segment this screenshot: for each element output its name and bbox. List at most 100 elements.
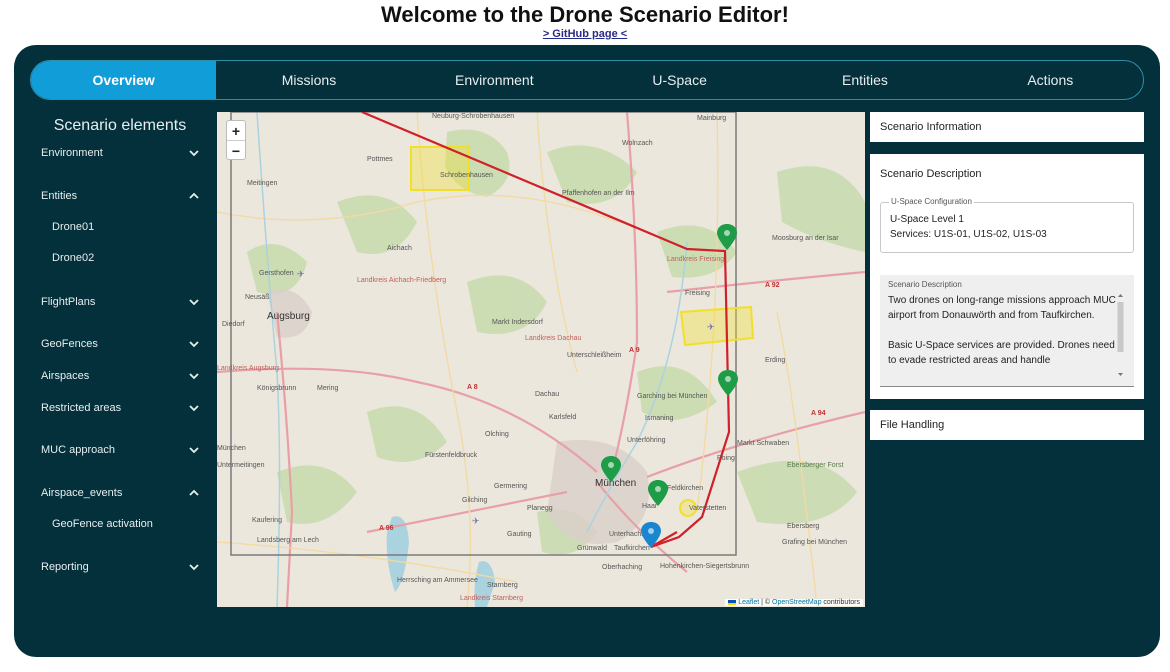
zoom-in-button[interactable]: +	[227, 121, 245, 141]
chevron-up-icon	[189, 489, 199, 496]
sidebar-subitem-geofence-activation[interactable]: GeoFence activation	[52, 518, 153, 530]
svg-text:Untermeitingen: Untermeitingen	[217, 462, 265, 469]
file-handling-title: File Handling	[880, 419, 945, 431]
main-tabs: Overview Missions Environment U-Space En…	[30, 60, 1144, 100]
sidebar-item-flightplans[interactable]: FlightPlans	[41, 292, 201, 312]
leaflet-link[interactable]: Leaflet	[738, 599, 759, 606]
scenario-description-text: Two drones on long-range missions approa…	[888, 293, 1120, 368]
tab-actions[interactable]: Actions	[958, 61, 1143, 99]
svg-text:A 94: A 94	[811, 410, 826, 417]
uspace-config-legend: U-Space Configuration	[889, 197, 974, 206]
sidebar-item-label: Entities	[41, 190, 78, 202]
attribution-suffix: contributors	[823, 599, 860, 606]
map-canvas: Neuburg-Schrobenhausen Mainburg Wolnzach…	[217, 112, 865, 607]
svg-text:Grafing bei München: Grafing bei München	[782, 539, 847, 546]
app-panel: Overview Missions Environment U-Space En…	[14, 45, 1160, 657]
svg-text:Pottmes: Pottmes	[367, 156, 393, 163]
svg-text:Königsbrunn: Königsbrunn	[257, 385, 296, 392]
svg-text:Kaufering: Kaufering	[252, 517, 282, 524]
osm-link[interactable]: OpenStreetMap	[772, 599, 821, 606]
uspace-level-text: U-Space Level 1	[890, 214, 964, 225]
svg-text:Landkreis Freising: Landkreis Freising	[667, 256, 724, 263]
textarea-scrollbar[interactable]	[1117, 293, 1124, 379]
svg-text:Planegg: Planegg	[527, 505, 553, 512]
scroll-down-icon	[1118, 373, 1123, 376]
svg-text:Ebersberger Forst: Ebersberger Forst	[787, 462, 843, 469]
chevron-down-icon	[189, 564, 199, 571]
file-handling-card[interactable]: File Handling	[870, 410, 1144, 440]
sidebar-item-restricted-areas[interactable]: Restricted areas	[41, 398, 201, 418]
sidebar-subitem-drone02[interactable]: Drone02	[52, 252, 94, 264]
sidebar-subitem-drone01[interactable]: Drone01	[52, 221, 94, 233]
svg-text:Haar: Haar	[642, 503, 658, 510]
svg-text:Taufkirchen: Taufkirchen	[614, 545, 650, 552]
sidebar-item-airspace-events[interactable]: Airspace_events	[41, 483, 201, 503]
page-title: Welcome to the Drone Scenario Editor!	[381, 2, 789, 27]
svg-text:Gauting: Gauting	[507, 531, 532, 538]
scenario-description-legend: Scenario Description	[888, 280, 962, 289]
tab-environment[interactable]: Environment	[402, 61, 587, 99]
svg-text:Aichach: Aichach	[387, 245, 412, 252]
scenario-information-card[interactable]: Scenario Information	[870, 112, 1144, 142]
tab-u-space[interactable]: U-Space	[587, 61, 772, 99]
sidebar-item-label: GeoFences	[41, 338, 98, 350]
chevron-down-icon	[189, 341, 199, 348]
svg-text:Unterföhring: Unterföhring	[627, 437, 666, 444]
svg-text:Gersthofen: Gersthofen	[259, 270, 294, 277]
geofence-muc-airport	[679, 305, 755, 347]
svg-text:Ebersberg: Ebersberg	[787, 523, 819, 530]
svg-text:Freising: Freising	[685, 290, 710, 297]
tab-entities[interactable]: Entities	[772, 61, 957, 99]
svg-text:München: München	[217, 445, 246, 452]
sidebar-item-airspaces[interactable]: Airspaces	[41, 366, 201, 386]
svg-text:Pfaffenhofen an der Ilm: Pfaffenhofen an der Ilm	[562, 190, 635, 197]
chevron-down-icon	[189, 405, 199, 412]
svg-text:Germering: Germering	[494, 483, 527, 490]
airport-icon: ✈	[707, 322, 715, 332]
svg-text:Landkreis Dachau: Landkreis Dachau	[525, 335, 582, 342]
description-paragraph-2: Basic U-Space services are provided. Dro…	[888, 340, 1115, 366]
svg-text:Markt Schwaben: Markt Schwaben	[737, 440, 789, 447]
chevron-up-icon	[189, 192, 199, 199]
sidebar-item-label: Environment	[41, 147, 103, 159]
svg-text:Neuburg-Schrobenhausen: Neuburg-Schrobenhausen	[432, 113, 514, 120]
sidebar-item-geofences[interactable]: GeoFences	[41, 334, 201, 354]
svg-text:Mainburg: Mainburg	[697, 115, 726, 122]
svg-text:Moosburg an der Isar: Moosburg an der Isar	[772, 235, 839, 242]
tab-missions[interactable]: Missions	[216, 61, 401, 99]
svg-text:A 96: A 96	[379, 525, 394, 532]
svg-text:A 8: A 8	[467, 384, 478, 391]
svg-text:Herrsching am Ammersee: Herrsching am Ammersee	[397, 577, 478, 584]
sidebar-item-label: Reporting	[41, 561, 89, 573]
svg-text:Mering: Mering	[317, 385, 339, 392]
svg-text:Gilching: Gilching	[462, 497, 487, 504]
github-link[interactable]: > GitHub page <	[0, 28, 1170, 40]
svg-text:A 92: A 92	[765, 282, 780, 289]
sidebar: Scenario elements Environment Entities D…	[14, 111, 216, 573]
scenario-map[interactable]: Neuburg-Schrobenhausen Mainburg Wolnzach…	[217, 112, 865, 607]
chevron-down-icon	[189, 299, 199, 306]
scenario-description-textarea[interactable]: Scenario Description Two drones on long-…	[880, 275, 1134, 387]
svg-text:München: München	[595, 478, 636, 489]
svg-text:Hohenkirchen-Siegertsbrunn: Hohenkirchen-Siegertsbrunn	[660, 563, 749, 570]
svg-text:Schrobenhausen: Schrobenhausen	[440, 172, 493, 179]
sidebar-item-environment[interactable]: Environment	[41, 143, 201, 163]
sidebar-item-entities[interactable]: Entities	[41, 186, 201, 206]
svg-text:Landkreis Starnberg: Landkreis Starnberg	[460, 595, 523, 602]
map-attribution: Leaflet | © OpenStreetMap contributors	[725, 599, 863, 606]
description-paragraph-1: Two drones on long-range missions approa…	[888, 295, 1116, 321]
uspace-config-field[interactable]: U-Space Configuration U-Space Level 1 Se…	[880, 197, 1134, 253]
sidebar-item-reporting[interactable]: Reporting	[41, 557, 201, 577]
svg-text:Markt Indersdorf: Markt Indersdorf	[492, 319, 543, 326]
tab-overview[interactable]: Overview	[31, 61, 217, 99]
svg-text:A 9: A 9	[629, 347, 640, 354]
svg-text:Meitingen: Meitingen	[247, 180, 277, 187]
svg-text:Poing: Poing	[717, 455, 735, 462]
zoom-out-button[interactable]: −	[227, 141, 245, 161]
attribution-sep: | ©	[761, 599, 771, 606]
uspace-services-text: Services: U1S-01, U1S-02, U1S-03	[890, 229, 1047, 240]
leaflet-flag-icon	[728, 599, 737, 605]
sidebar-item-muc-approach[interactable]: MUC approach	[41, 440, 201, 460]
chevron-down-icon	[189, 150, 199, 157]
airport-icon: ✈	[297, 269, 305, 279]
